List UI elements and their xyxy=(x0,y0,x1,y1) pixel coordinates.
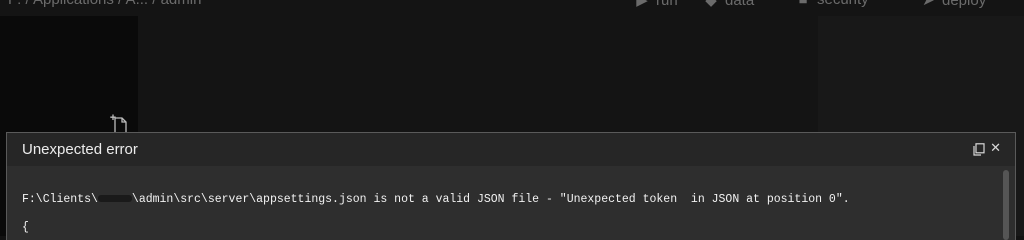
error-message: F:\Clients\ \admin\src\server\appsettings… xyxy=(22,193,850,206)
shield-icon: ■ xyxy=(797,0,809,8)
error-dialog: Unexpected error ✕ F:\Clients\ \admin\src… xyxy=(6,132,1016,240)
dialog-title: Unexpected error xyxy=(22,141,138,158)
copy-icon[interactable] xyxy=(973,143,985,156)
json-preview-line: { xyxy=(22,221,29,234)
play-icon: ▶ xyxy=(636,0,648,9)
nav-data[interactable]: ◆ data xyxy=(705,0,754,9)
nav-security[interactable]: ■security xyxy=(797,0,868,8)
breadcrumb[interactable]: F: / Applications / A... / admin xyxy=(8,0,201,8)
scrollbar[interactable] xyxy=(1003,170,1009,240)
new-file-icon[interactable] xyxy=(110,114,128,134)
app-window: F: / Applications / A... / admin ▶run ◆d… xyxy=(0,0,1024,240)
redacted-text xyxy=(97,195,132,203)
rocket-icon: ➤ xyxy=(922,0,935,9)
top-bar: F: / Applications / A... / admin ▶run ◆d… xyxy=(0,0,1024,16)
close-icon[interactable]: ✕ xyxy=(990,140,1001,156)
nav-deploy[interactable]: ➤ deploy xyxy=(922,0,986,9)
database-icon: ◆ xyxy=(705,0,717,9)
dialog-body: F:\Clients\ \admin\src\server\appsettings… xyxy=(7,166,1015,240)
nav-run[interactable]: ▶ run xyxy=(636,0,677,9)
dialog-header: Unexpected error ✕ xyxy=(7,133,1015,166)
